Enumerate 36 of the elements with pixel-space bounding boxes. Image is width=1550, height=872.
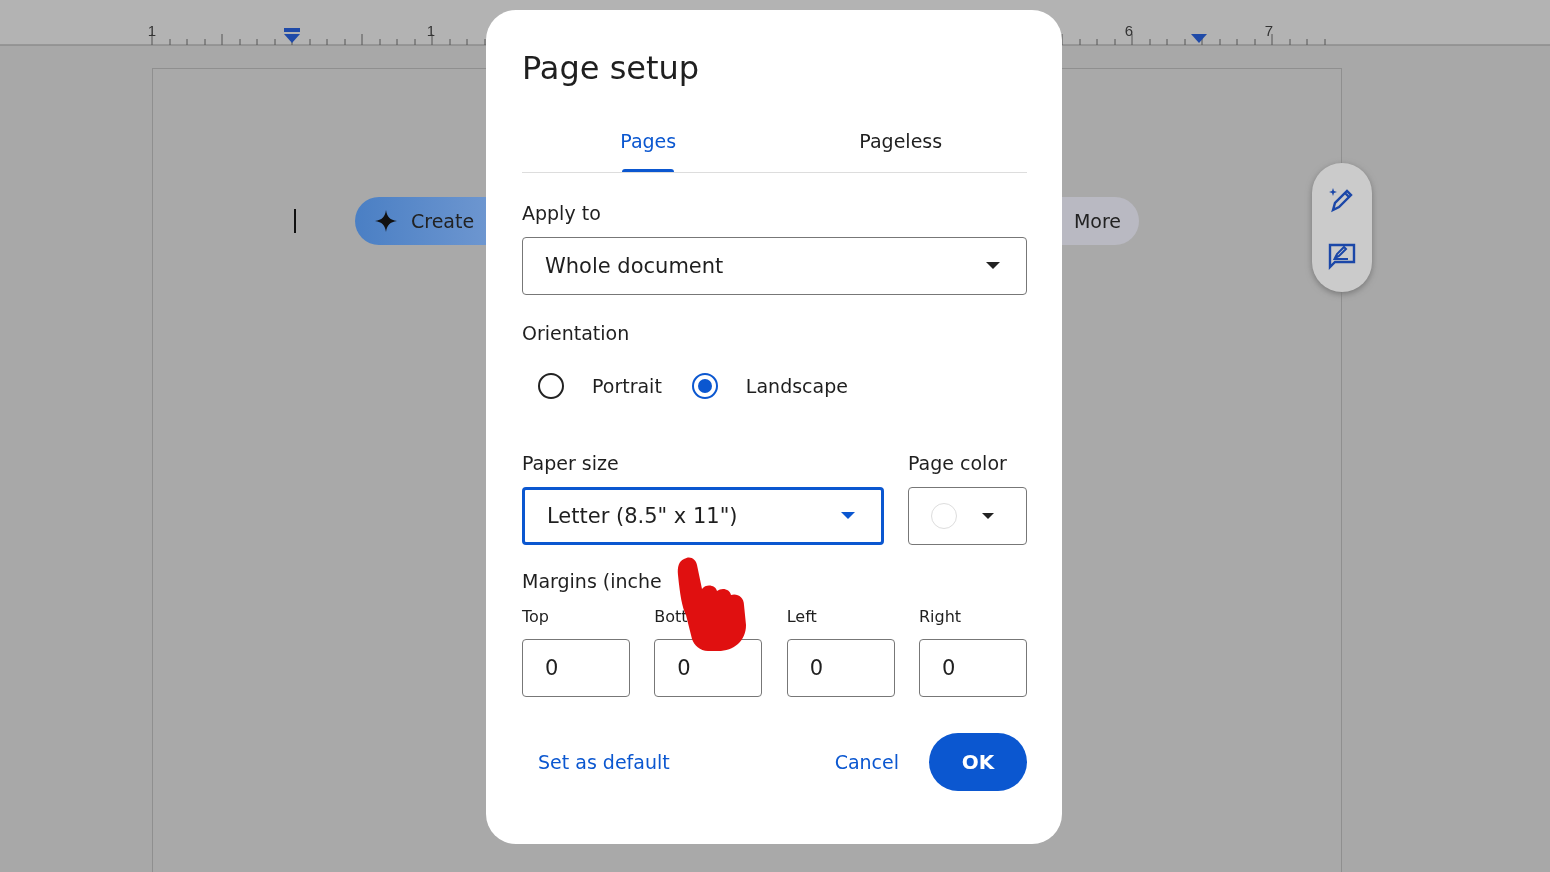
field-label: Orientation	[522, 321, 631, 346]
ruler-number: 1	[147, 22, 157, 39]
margin-input[interactable]: 0	[919, 639, 1027, 697]
field-label: Bott	[654, 606, 689, 628]
caret-icon	[986, 262, 1000, 270]
field-label: Top	[522, 606, 550, 628]
caret-icon	[841, 512, 855, 520]
field-label: Right	[919, 606, 963, 628]
cancel-button[interactable]: Cancel	[818, 743, 915, 781]
indent-marker-icon[interactable]	[284, 28, 300, 43]
radio-label: Landscape	[745, 375, 848, 397]
margin-input[interactable]: 0	[522, 639, 630, 697]
paper-size-dropdown[interactable]: Letter (8.5" x 11")	[522, 487, 884, 545]
tab[interactable]: Pages	[522, 130, 775, 172]
ruler-number: 6	[1124, 22, 1134, 39]
field-label: Left	[786, 606, 818, 628]
tab[interactable]: Pageless	[774, 130, 1027, 172]
apply-to-dropdown[interactable]: Whole document	[522, 237, 1027, 295]
ok-button[interactable]: OK	[929, 733, 1027, 791]
sparkle-icon	[375, 210, 397, 232]
radio-button[interactable]	[538, 373, 564, 399]
radio-button[interactable]	[691, 373, 718, 399]
text-cursor	[294, 209, 296, 233]
ruler-number: 7	[1264, 22, 1274, 39]
ruler-number: 1	[426, 22, 436, 39]
field-label: Paper size	[522, 451, 620, 476]
caret-icon	[982, 512, 994, 520]
margin-input[interactable]: 0	[654, 639, 763, 697]
page-color-dropdown[interactable]	[908, 487, 1027, 545]
tab-stop-icon[interactable]	[1191, 34, 1207, 43]
field-label: Page color	[908, 451, 1008, 476]
section-label: Margins (inche	[522, 569, 663, 594]
dialog-title: Page setup	[522, 48, 701, 89]
set-as-default-button[interactable]: Set as default	[522, 743, 686, 781]
radio-label: Portrait	[592, 375, 662, 397]
margin-input[interactable]: 0	[786, 639, 895, 697]
